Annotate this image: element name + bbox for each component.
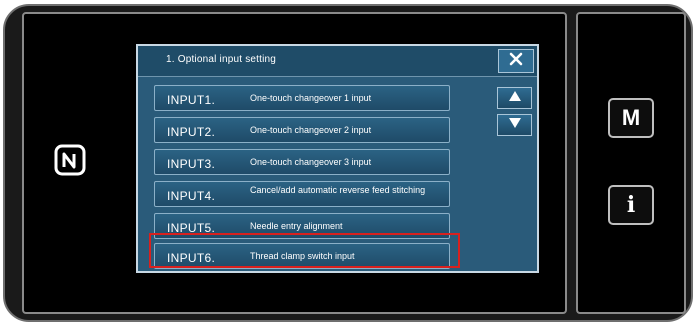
close-button[interactable] xyxy=(498,49,534,73)
list-item-input3[interactable]: INPUT3. One-touch changeover 3 input xyxy=(154,149,450,175)
dialog-title: 1. Optional input setting xyxy=(166,54,277,65)
side-panel xyxy=(576,12,686,314)
scroll-down-button[interactable] xyxy=(497,114,532,136)
triangle-up-icon xyxy=(508,89,522,107)
input-description: One-touch changeover 1 input xyxy=(250,93,372,103)
input-code: INPUT3. xyxy=(167,157,216,171)
close-icon xyxy=(508,51,524,72)
nfc-icon xyxy=(53,143,87,177)
list-item-input1[interactable]: INPUT1. One-touch changeover 1 input xyxy=(154,85,450,111)
input-code: INPUT2. xyxy=(167,125,216,139)
info-button[interactable]: i xyxy=(608,185,654,225)
input-description: Cancel/add automatic reverse feed stitch… xyxy=(250,185,426,195)
mode-button[interactable]: M xyxy=(608,98,654,138)
scroll-up-button[interactable] xyxy=(497,87,532,109)
input-code: INPUT4. xyxy=(167,189,216,203)
input-code: INPUT1. xyxy=(167,93,216,107)
list-item-input2[interactable]: INPUT2. One-touch changeover 2 input xyxy=(154,117,450,143)
input-description: Needle entry alignment xyxy=(250,221,343,231)
triangle-down-icon xyxy=(508,116,522,134)
input-description: One-touch changeover 3 input xyxy=(250,157,372,167)
list-item-input4[interactable]: INPUT4. Cancel/add automatic reverse fee… xyxy=(154,181,450,207)
input-description: One-touch changeover 2 input xyxy=(250,125,372,135)
selection-highlight xyxy=(149,233,460,268)
dialog-titlebar: 1. Optional input setting xyxy=(138,46,537,77)
